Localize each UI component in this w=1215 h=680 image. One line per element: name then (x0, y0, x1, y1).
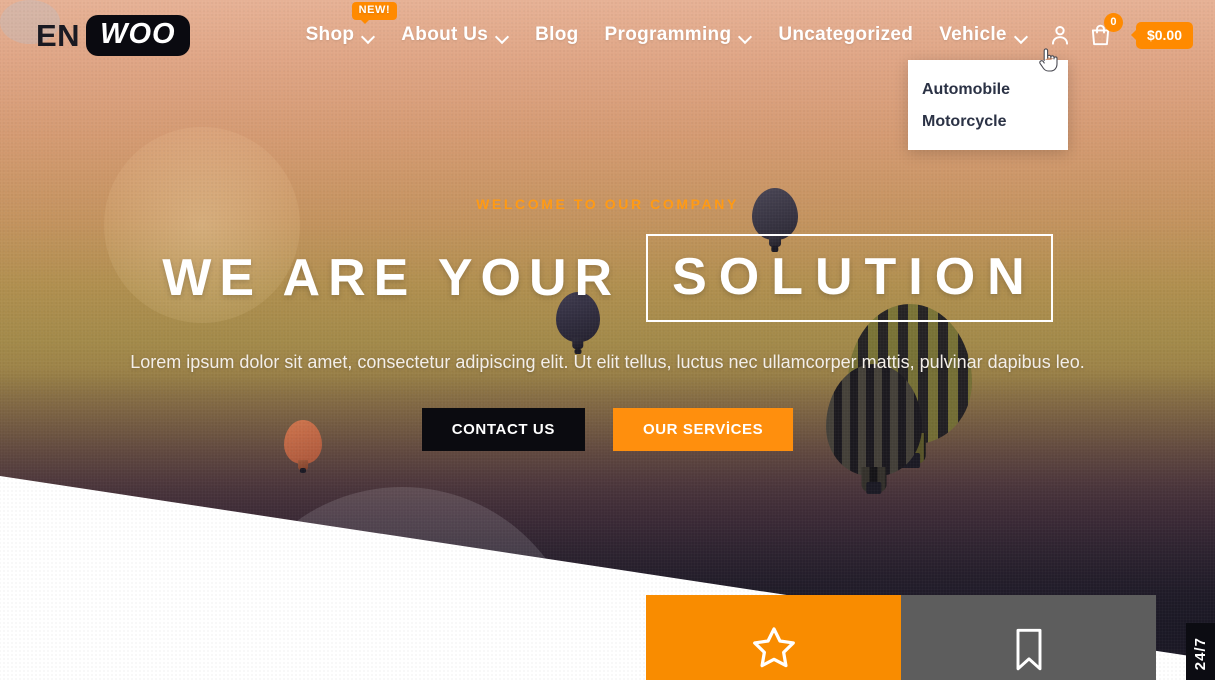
support-24-7-tab[interactable]: 24/7 (1186, 623, 1215, 680)
bookmark-icon (1016, 628, 1041, 671)
nav-item-about-us[interactable]: About Us (401, 24, 509, 46)
star-icon (752, 627, 795, 668)
nav-label: Blog (535, 24, 579, 45)
chevron-down-icon (739, 30, 752, 43)
support-tab-label: 24/7 (1192, 637, 1209, 671)
chevron-down-icon (496, 30, 509, 43)
nav-item-uncategorized[interactable]: Uncategorized (778, 24, 913, 46)
our-services-button[interactable]: OUR SERVİCES (612, 408, 794, 452)
header-actions: 0 $0.00 (1047, 12, 1193, 49)
page-root: EN WOO Shop NEW! About Us Blog Programmi… (0, 0, 1215, 680)
dropdown-item-automobile[interactable]: Automobile (908, 74, 1068, 106)
headline-boxed-text: SOLUTION (646, 234, 1053, 322)
hero-section: WELCOME TO OUR COMPANY WE ARE YOUR SOLUT… (0, 196, 1215, 452)
hero-eyebrow: WELCOME TO OUR COMPANY (476, 196, 739, 212)
hero-cta-row: CONTACT US OUR SERVİCES (0, 408, 1215, 452)
logo-text-mark: WOO (86, 14, 190, 56)
logo-text-prefix: EN (36, 17, 81, 53)
nav-label: About Us (401, 24, 489, 45)
nav-label: Uncategorized (778, 24, 914, 45)
nav-label: Programming (604, 24, 732, 45)
nav-item-shop[interactable]: Shop NEW! (305, 2, 398, 46)
nav-item-vehicle[interactable]: Vehicle (939, 24, 1028, 46)
hero-headline: WE ARE YOUR SOLUTION (0, 234, 1215, 322)
cart-button[interactable]: 0 (1087, 12, 1123, 49)
user-icon (1051, 26, 1068, 45)
nav-item-programming[interactable]: Programming (605, 24, 753, 46)
account-button[interactable] (1047, 22, 1073, 48)
feature-card-bookmark[interactable] (901, 595, 1156, 680)
cart-item-count-badge: 0 (1103, 12, 1123, 32)
chevron-down-icon (1015, 30, 1028, 43)
nav-label: Vehicle (939, 24, 1007, 45)
nav-label: Shop (305, 24, 355, 45)
chevron-down-icon (362, 30, 375, 43)
feature-cards (646, 595, 1156, 680)
new-badge: NEW! (351, 2, 398, 24)
feature-card-star[interactable] (646, 595, 901, 680)
nav-item-blog[interactable]: Blog (535, 24, 578, 46)
main-navigation: Shop NEW! About Us Blog Programming Unca… (305, 2, 1028, 46)
site-logo[interactable]: EN WOO (36, 14, 190, 56)
hero-subtitle: Lorem ipsum dolor sit amet, consectetur … (130, 352, 1085, 372)
cart-total-button[interactable]: $0.00 (1135, 21, 1193, 49)
dropdown-item-motorcycle[interactable]: Motorcycle (908, 106, 1068, 138)
vehicle-dropdown-menu: Automobile Motorcycle (908, 60, 1068, 150)
headline-lead-text: WE ARE YOUR (162, 249, 621, 307)
contact-us-button[interactable]: CONTACT US (421, 408, 585, 452)
